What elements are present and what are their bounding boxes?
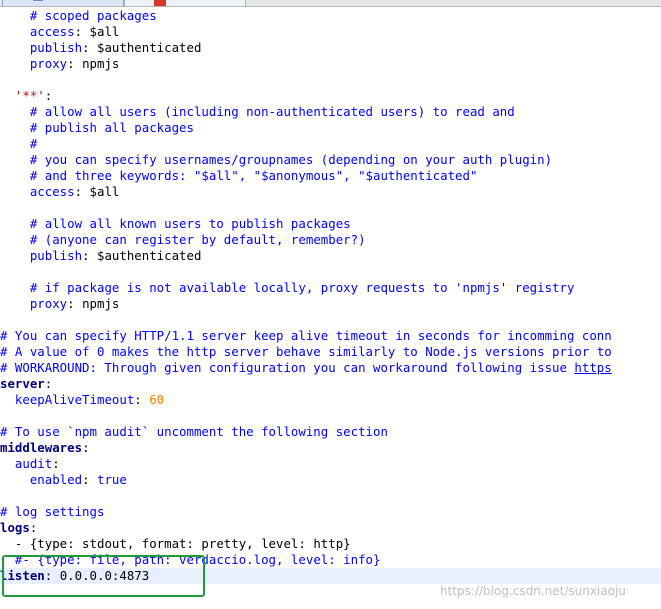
yaml-value: 0.0.0.0:4873: [59, 568, 150, 583]
code-link: https: [574, 360, 612, 375]
code-line[interactable]: # A value of 0 makes the http server beh…: [0, 344, 661, 360]
yaml-top-key: logs: [0, 520, 30, 535]
yaml-value: npmjs: [82, 56, 120, 71]
code-line[interactable]: publish: $authenticated: [0, 40, 661, 56]
watermark: https://blog.csdn.net/sunxiaoju: [440, 584, 626, 598]
code-line[interactable]: # allow all users (including non-authent…: [0, 104, 661, 120]
file-tab[interactable]: [2, 0, 124, 6]
yaml-value: $all: [89, 184, 120, 199]
code-line[interactable]: '**':: [0, 88, 661, 104]
code-line[interactable]: # allow all known users to publish packa…: [0, 216, 661, 232]
yaml-value: $authenticated: [96, 248, 202, 263]
code-line[interactable]: listen: 0.0.0.0:4873: [0, 568, 661, 584]
yaml-top-key: middlewares: [0, 440, 83, 455]
code-comment: # log settings: [0, 504, 105, 519]
code-comment: # if package is not available locally, p…: [29, 280, 575, 295]
code-line[interactable]: [0, 72, 661, 88]
yaml-key: access: [29, 184, 75, 199]
close-icon[interactable]: [154, 0, 166, 6]
code-comment: # You can specify HTTP/1.1 server keep a…: [0, 328, 612, 343]
yaml-key: audit: [14, 456, 53, 471]
code-line[interactable]: [0, 312, 661, 328]
code-line[interactable]: [0, 488, 661, 504]
code-line[interactable]: [0, 200, 661, 216]
yaml-quoted-key: '**': [14, 88, 45, 103]
code-line[interactable]: # scoped packages: [0, 8, 661, 24]
code-line[interactable]: [0, 264, 661, 280]
code-comment: #: [29, 136, 38, 151]
code-line[interactable]: server:: [0, 376, 661, 392]
code-comment: # publish all packages: [29, 120, 194, 135]
yaml-key: publish: [29, 40, 83, 55]
editor-tab-strip: [0, 0, 661, 7]
code-line[interactable]: # you can specify usernames/groupnames (…: [0, 152, 661, 168]
code-line[interactable]: #- {type: file, path: verdaccio.log, lev…: [0, 552, 661, 568]
yaml-top-key: server: [0, 376, 45, 391]
code-line[interactable]: publish: $authenticated: [0, 248, 661, 264]
yaml-boolean: true: [96, 472, 127, 487]
code-line[interactable]: # (anyone can register by default, remem…: [0, 232, 661, 248]
yaml-key: proxy: [29, 56, 68, 71]
yaml-key: access: [29, 24, 75, 39]
code-line[interactable]: # To use `npm audit` uncomment the follo…: [0, 424, 661, 440]
yaml-key: proxy: [29, 296, 68, 311]
code-line[interactable]: # You can specify HTTP/1.1 server keep a…: [0, 328, 661, 344]
code-line[interactable]: # if package is not available locally, p…: [0, 280, 661, 296]
yaml-key: publish: [29, 248, 83, 263]
code-editor[interactable]: # scoped packages access: $all publish: …: [0, 8, 661, 609]
yaml-colon: :: [44, 88, 53, 103]
code-comment: # WORKAROUND: Through given configuratio…: [0, 360, 575, 375]
yaml-number: 60: [149, 392, 165, 407]
code-comment: # A value of 0 makes the http server beh…: [0, 344, 612, 359]
code-comment: # scoped packages: [29, 8, 157, 23]
code-comment: # and three keywords: "$all", "$anonymou…: [29, 168, 478, 183]
file-icon: [33, 0, 43, 1]
code-comment: # (anyone can register by default, remem…: [29, 232, 366, 247]
code-comment: # allow all users (including non-authent…: [29, 104, 515, 119]
code-line[interactable]: enabled: true: [0, 472, 661, 488]
code-comment: #- {type: file, path: verdaccio.log, lev…: [14, 552, 381, 567]
yaml-value: $all: [89, 24, 120, 39]
code-line[interactable]: access: $all: [0, 184, 661, 200]
code-line[interactable]: middlewares:: [0, 440, 661, 456]
code-line[interactable]: audit:: [0, 456, 661, 472]
file-tab-2[interactable]: [124, 0, 246, 6]
code-line[interactable]: access: $all: [0, 24, 661, 40]
code-line[interactable]: # WORKAROUND: Through given configuratio…: [0, 360, 661, 376]
yaml-key: keepAliveTimeout: [14, 392, 135, 407]
code-line[interactable]: # and three keywords: "$all", "$anonymou…: [0, 168, 661, 184]
code-comment: # To use `npm audit` uncomment the follo…: [0, 424, 388, 439]
yaml-key: listen: [0, 568, 45, 583]
code-line[interactable]: - {type: stdout, format: pretty, level: …: [0, 536, 661, 552]
code-comment: # allow all known users to publish packa…: [29, 216, 351, 231]
yaml-value: $authenticated: [96, 40, 202, 55]
yaml-key: enabled: [29, 472, 83, 487]
code-line[interactable]: # publish all packages: [0, 120, 661, 136]
code-line[interactable]: [0, 408, 661, 424]
code-line[interactable]: proxy: npmjs: [0, 56, 661, 72]
yaml-value: npmjs: [82, 296, 120, 311]
code-line[interactable]: logs:: [0, 520, 661, 536]
code-comment: # you can specify usernames/groupnames (…: [29, 152, 553, 167]
code-line[interactable]: keepAliveTimeout: 60: [0, 392, 661, 408]
yaml-flow-item: - {type: stdout, format: pretty, level: …: [14, 536, 351, 551]
code-line[interactable]: #: [0, 136, 661, 152]
code-line[interactable]: # log settings: [0, 504, 661, 520]
code-line[interactable]: proxy: npmjs: [0, 296, 661, 312]
